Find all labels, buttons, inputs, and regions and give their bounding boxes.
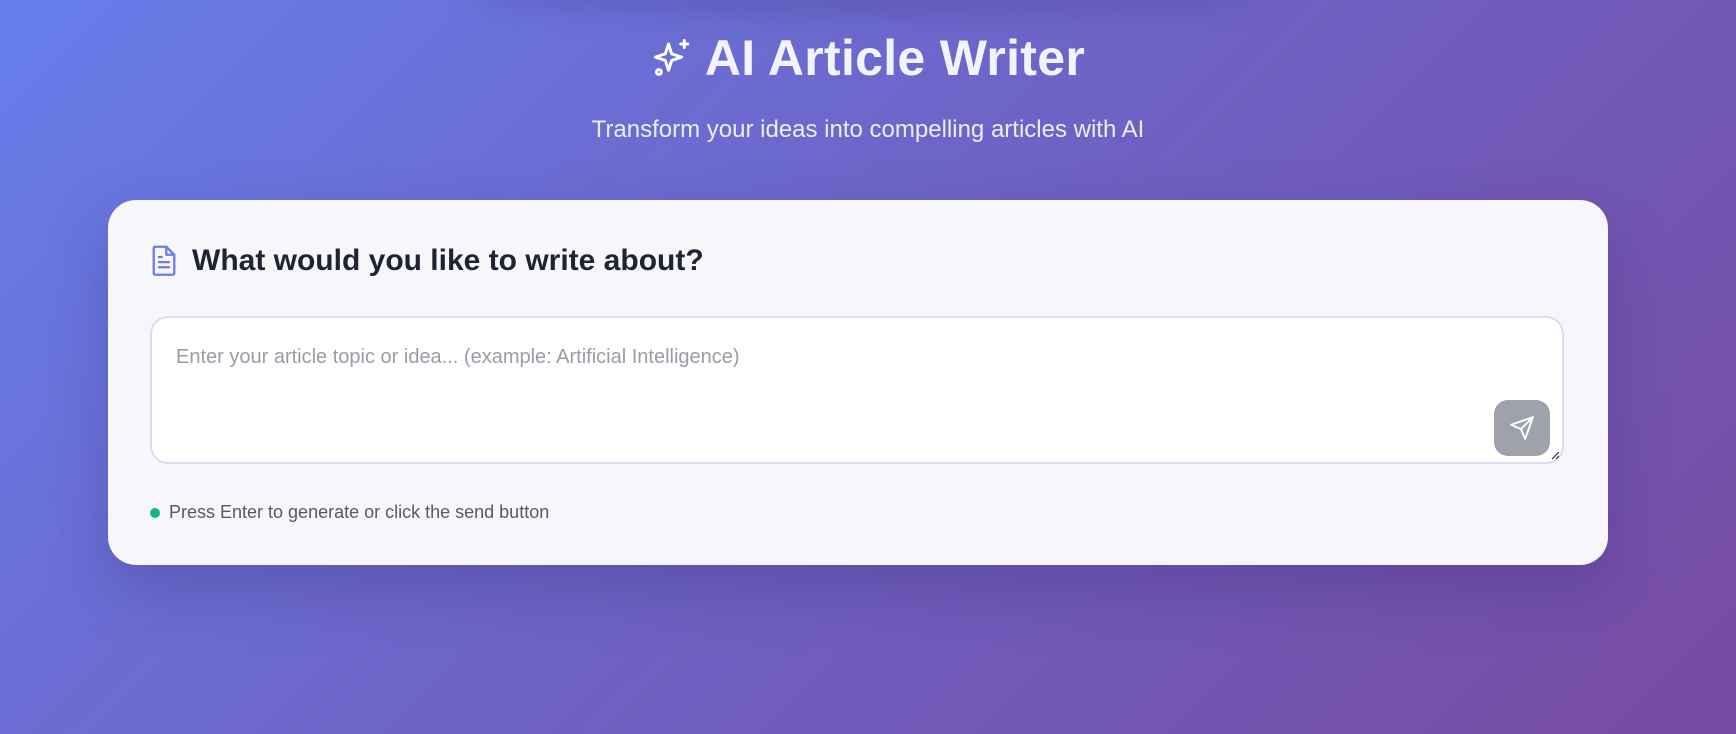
topic-input-container	[150, 316, 1564, 464]
sparkles-icon	[651, 37, 693, 79]
send-icon	[1510, 416, 1534, 440]
document-icon	[150, 245, 178, 277]
topic-input[interactable]	[176, 346, 1466, 442]
send-button[interactable]	[1494, 400, 1550, 456]
page-title: AI Article Writer	[704, 30, 1086, 86]
card-title: What would you like to write about?	[192, 244, 704, 277]
card-header: What would you like to write about?	[150, 244, 704, 278]
hint-text: Press Enter to generate or click the sen…	[169, 502, 550, 522]
title-row: AI Article Writer	[651, 22, 1085, 94]
top-glow	[470, 0, 1260, 14]
status-dot	[150, 507, 160, 518]
page-subtitle: Transform your ideas into compelling art…	[591, 116, 1145, 143]
hint-row: Press Enter to generate or click the sen…	[150, 502, 549, 523]
prompt-card: What would you like to write about? Pres…	[108, 200, 1608, 565]
page-header: AI Article Writer Transform your ideas i…	[0, 22, 1736, 144]
resize-handle-icon[interactable]	[1550, 450, 1560, 460]
